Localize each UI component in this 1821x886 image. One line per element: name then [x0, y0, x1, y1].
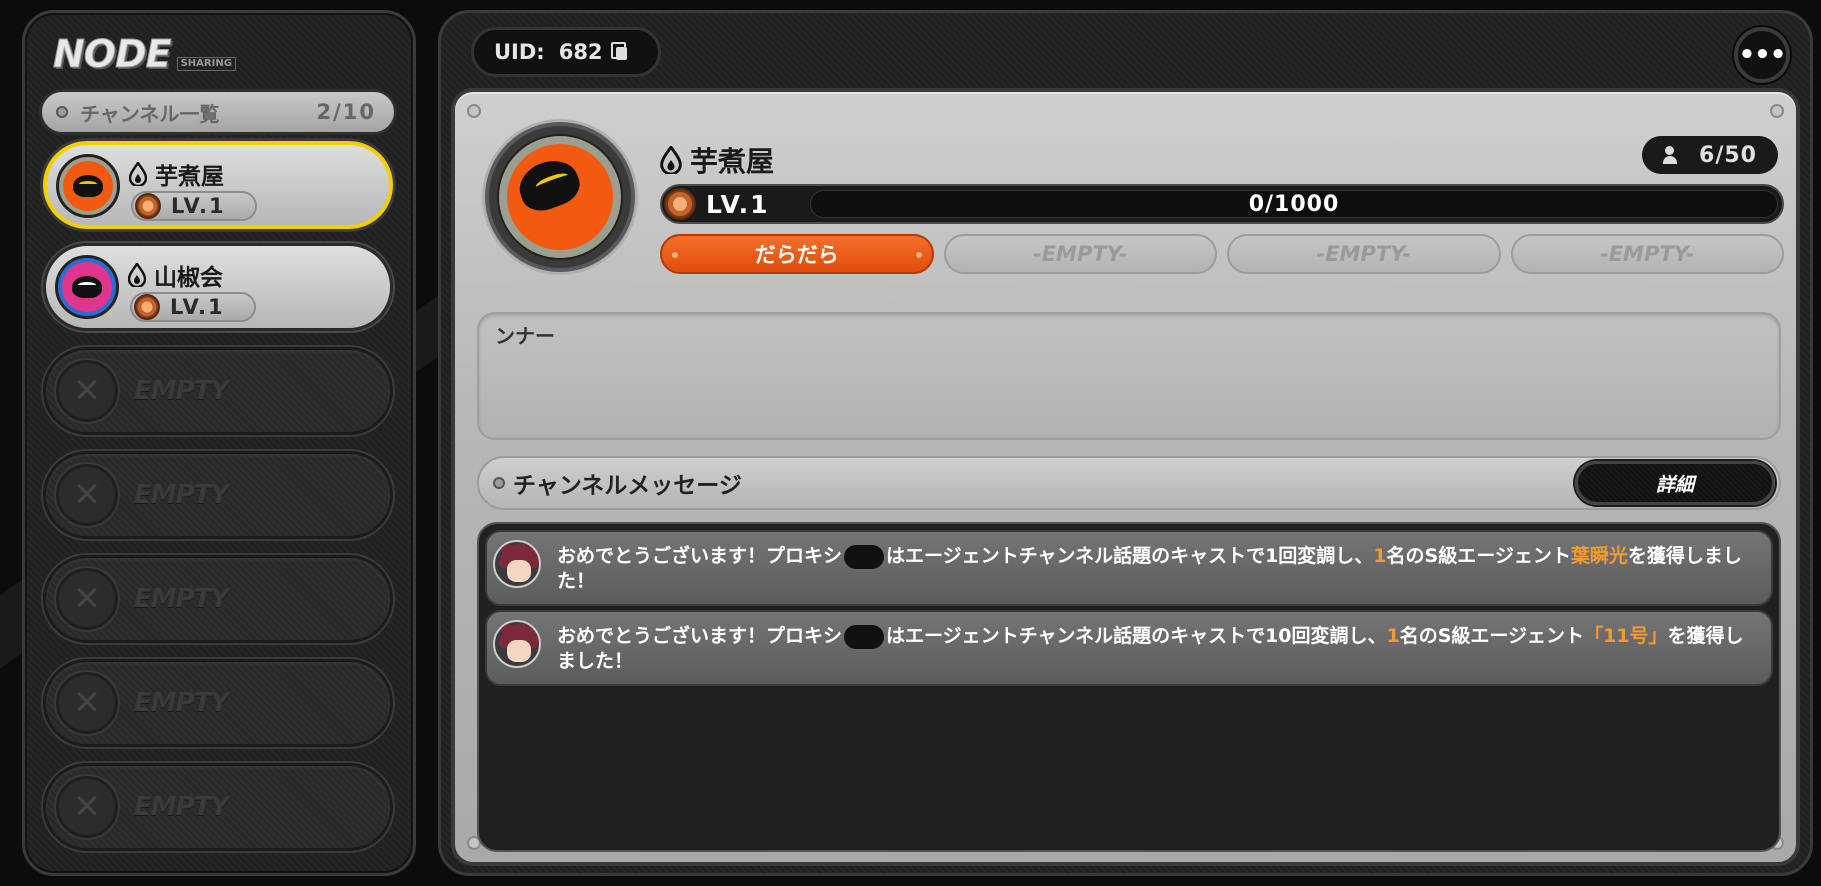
logo-sub: SHARING [176, 57, 236, 71]
redacted-name [844, 624, 885, 649]
empty-slot[interactable]: ✕ EMPTY [43, 555, 393, 643]
channel-title: 芋煮屋 [660, 140, 774, 180]
channel-slot-1[interactable]: 芋煮屋 LV.1 [43, 141, 393, 229]
copy-icon[interactable] [610, 42, 629, 62]
level-badge-icon [135, 193, 161, 219]
flame-drop-icon [660, 146, 682, 174]
channel-avatar-large [485, 122, 635, 272]
close-icon: ✕ [56, 464, 118, 526]
empty-slot-label: EMPTY [134, 376, 229, 406]
people-icon [1663, 146, 1687, 164]
empty-slot[interactable]: ✕ EMPTY [43, 347, 393, 435]
channel-card: 芋煮屋 6/50 LV.1 0/1000 だらだら -EMPTY- -EMPTY… [451, 88, 1800, 866]
tag-4[interactable]: -EMPTY- [1510, 234, 1784, 274]
channel-level-pill: LV.1 [131, 191, 257, 221]
orange-bird-icon [56, 154, 120, 218]
empty-slot-label: EMPTY [134, 688, 229, 718]
flame-drop-icon [129, 162, 147, 186]
channel-level-2: LV.1 [170, 295, 225, 319]
channel-slot-name: 芋煮屋 [129, 157, 224, 191]
channel-slot-2[interactable]: 山椒会 LV.1 [43, 243, 393, 331]
channel-count: 2/10 [316, 100, 376, 124]
channel-list-title: チャンネル一覧 [80, 101, 220, 126]
screw-icon [467, 104, 481, 118]
uid-display[interactable]: UID: 682 [471, 27, 661, 77]
logo-main: NODE [53, 32, 173, 76]
message-item: おめでとうございます！プロキシ はエージェントチャンネル話題のキャストで1回変調し… [485, 530, 1773, 606]
uid-value: 682 [558, 40, 603, 64]
close-icon: ✕ [56, 360, 118, 422]
header-dot-icon [493, 477, 505, 489]
pink-bird-icon [55, 255, 119, 319]
channel-tags: だらだら -EMPTY- -EMPTY- -EMPTY- [660, 234, 1784, 276]
header-dot-icon [56, 106, 68, 118]
channel-slot-name: 山椒会 [128, 258, 223, 292]
messages-header: チャンネルメッセージ 詳細 [477, 456, 1781, 510]
member-count: 6/50 [1642, 136, 1778, 174]
channel-level-1: LV.1 [171, 194, 226, 218]
channel-name-2: 山椒会 [154, 265, 223, 291]
agent-avatar-icon [493, 620, 541, 668]
channel-name: 芋煮屋 [690, 145, 775, 178]
uid-label: UID: [494, 40, 545, 64]
banner-text: ンナー [495, 324, 555, 348]
agent-avatar-icon [493, 540, 541, 588]
channel-list-header: チャンネル一覧 2/10 [39, 89, 397, 135]
close-icon: ✕ [56, 568, 118, 630]
empty-slot[interactable]: ✕ EMPTY [43, 659, 393, 747]
tag-2[interactable]: -EMPTY- [943, 234, 1217, 274]
empty-slot[interactable]: ✕ EMPTY [43, 763, 393, 851]
empty-slot-label: EMPTY [134, 584, 229, 614]
redacted-name [844, 544, 885, 569]
node-logo: NODE SHARING [53, 32, 236, 76]
message-text: おめでとうございます！プロキシ はエージェントチャンネル話題のキャストで1回変調し… [557, 544, 1742, 592]
channel-level-pill: LV.1 [130, 292, 256, 322]
tag-3[interactable]: -EMPTY- [1227, 234, 1501, 274]
channel-name-1: 芋煮屋 [155, 164, 224, 190]
flame-drop-icon [128, 263, 146, 287]
tag-1[interactable]: だらだら [660, 234, 934, 274]
empty-slot-label: EMPTY [134, 480, 229, 510]
channel-banner-box: ンナー [477, 312, 1781, 440]
close-icon: ✕ [56, 776, 118, 838]
close-icon: ✕ [56, 672, 118, 734]
more-menu-button[interactable]: ••• [1734, 27, 1790, 83]
message-text: おめでとうございます！プロキシ はエージェントチャンネル話題のキャストで10回変調… [557, 624, 1744, 672]
channel-sidebar: NODE SHARING チャンネル一覧 2/10 芋煮屋 LV.1 山椒会 L… [22, 10, 416, 876]
messages-title: チャンネルメッセージ [513, 473, 742, 499]
member-count-value: 6/50 [1699, 142, 1757, 168]
messages-list[interactable]: おめでとうございます！プロキシ はエージェントチャンネル話題のキャストで1回変調し… [477, 522, 1781, 852]
empty-slot-label: EMPTY [134, 792, 229, 822]
xp-progress-text: 0/1000 [1248, 192, 1340, 217]
empty-slot[interactable]: ✕ EMPTY [43, 451, 393, 539]
channel-level-bar: LV.1 0/1000 [660, 184, 1784, 224]
screw-icon [1770, 104, 1784, 118]
detail-button[interactable]: 詳細 [1575, 461, 1775, 505]
message-item: おめでとうございます！プロキシ はエージェントチャンネル話題のキャストで10回変調… [485, 610, 1773, 686]
level-badge-icon [134, 294, 160, 320]
channel-detail-panel: UID: 682 ••• 芋煮屋 6/50 LV.1 0/1000 だらだら -… [438, 10, 1813, 876]
xp-progress-track: 0/1000 [810, 190, 1778, 218]
level-badge-icon [664, 188, 696, 220]
channel-level: LV.1 [706, 189, 770, 219]
